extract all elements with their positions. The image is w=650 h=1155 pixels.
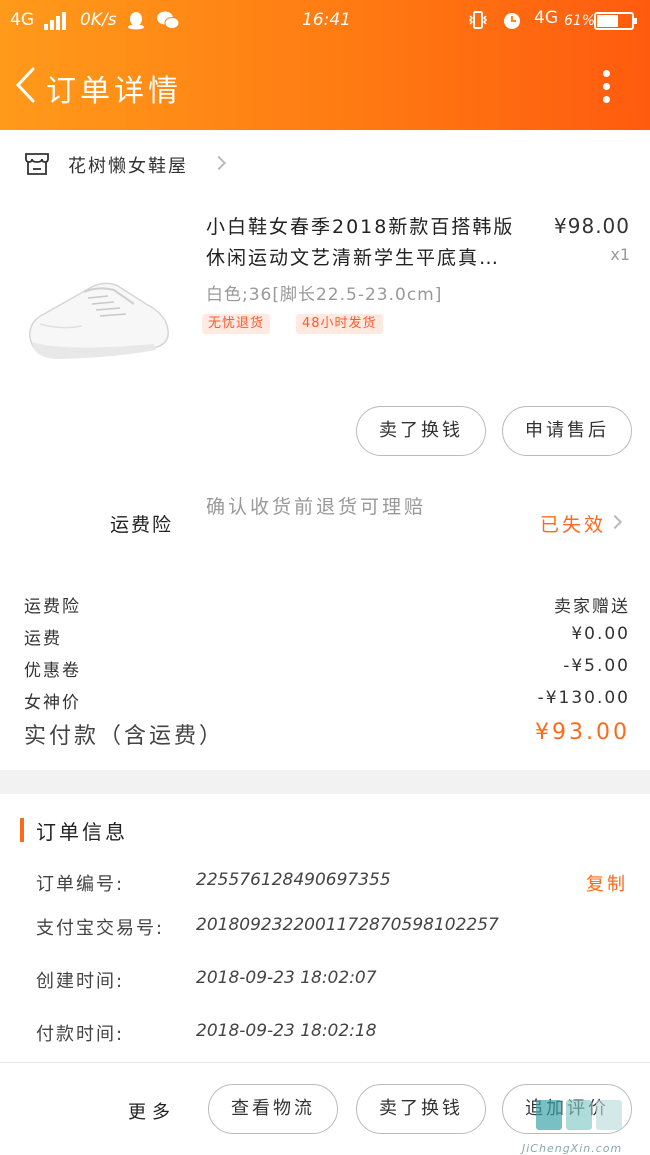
paid-time-label: 付款时间: [36,1024,125,1045]
fee-row-special-price: 女神价 -¥130.00 [24,688,630,718]
fee-label: 运费险 [24,597,81,617]
section-accent-bar [20,818,24,842]
after-sale-button[interactable]: 申请售后 [502,406,632,456]
insurance-status[interactable]: 已失效 [540,510,606,537]
order-number-value: 225576128490697355 [196,870,391,890]
battery-percent: 61% [564,13,596,29]
product-title-line-1: 小白鞋女春季2018新款百搭韩版 [206,216,515,238]
fee-value: -¥5.00 [563,656,630,676]
chevron-right-icon [211,155,227,171]
created-time-value: 2018-09-23 18:02:07 [196,968,377,988]
product-sku: 白色;36[脚长22.5-23.0cm] [206,285,443,305]
paid-time-value: 2018-09-23 18:02:18 [196,1021,377,1041]
total-row: 实付款（含运费） ¥93.00 [24,718,630,754]
wechat-icon [157,11,180,29]
alipay-trade-no-value: 2018092322001172870598102257 [196,915,499,935]
alipay-trade-no-label: 支付宝交易号: [36,918,165,939]
title-bar: 订单详情 [0,52,650,116]
more-options-icon[interactable] [596,70,616,104]
battery-fill [597,15,618,27]
network-type: 4G [10,10,34,30]
tag-48h-shipping: 48小时发货 [296,314,383,334]
chevron-right-icon [607,514,623,530]
insurance-title: 运费险 [110,514,174,536]
product-price: ¥98.00 [554,214,630,238]
fee-label: 运费 [24,629,62,649]
product-title[interactable]: 小白鞋女春季2018新款百搭韩版 休闲运动文艺清新学生平底真… [206,212,536,274]
qq-icon [128,12,144,30]
product-image[interactable] [22,226,172,376]
resell-item-button[interactable]: 卖了换钱 [356,406,486,456]
app-header: 4G 0K/s 16:41 4G 61% 订单详情 [0,0,650,130]
total-label: 实付款（含运费） [24,724,225,749]
clock: 16:41 [302,10,351,30]
store-icon [25,153,49,175]
order-info-title: 订单信息 [36,820,128,844]
section-divider [0,770,650,794]
battery-icon [594,12,637,30]
copy-order-number-button[interactable]: 复制 [586,870,628,896]
alarm-icon [504,13,520,29]
fee-label: 女神价 [24,693,81,713]
shop-name: 花树懒女鞋屋 [68,156,188,177]
page-title: 订单详情 [46,74,182,109]
network-speed: 0K/s [80,10,117,30]
resell-button[interactable]: 卖了换钱 [356,1084,486,1134]
product-title-line-2: 休闲运动文艺清新学生平底真… [206,247,501,269]
fee-value: ¥0.00 [571,624,630,644]
fee-value: 卖家赠送 [554,597,630,617]
total-value: ¥93.00 [535,720,630,745]
tag-free-return: 无忧退货 [202,314,271,334]
fee-row-coupon: 优惠卷 -¥5.00 [24,656,630,686]
status-bar: 4G 0K/s 16:41 4G 61% [0,0,650,44]
insurance-description: 确认收货前退货可理赔 [206,496,427,518]
order-number-label: 订单编号: [36,874,125,895]
more-actions-button[interactable]: 更多 [128,1098,176,1124]
vibrate-icon [468,11,488,29]
fee-value: -¥130.00 [537,688,630,708]
network-type-right: 4G [534,8,558,28]
fee-row-shipping: 运费 ¥0.00 [24,624,630,654]
watermark-text: JiChengXin.com [522,1142,623,1155]
fee-row-insurance: 运费险 卖家赠送 [24,592,630,622]
back-arrow-icon[interactable] [14,66,36,104]
product-quantity: x1 [610,245,630,264]
signal-icon [44,12,68,30]
fee-label: 优惠卷 [24,661,81,681]
shop-row[interactable]: 花树懒女鞋屋 [0,132,650,196]
created-time-label: 创建时间: [36,971,125,992]
view-logistics-button[interactable]: 查看物流 [208,1084,338,1134]
